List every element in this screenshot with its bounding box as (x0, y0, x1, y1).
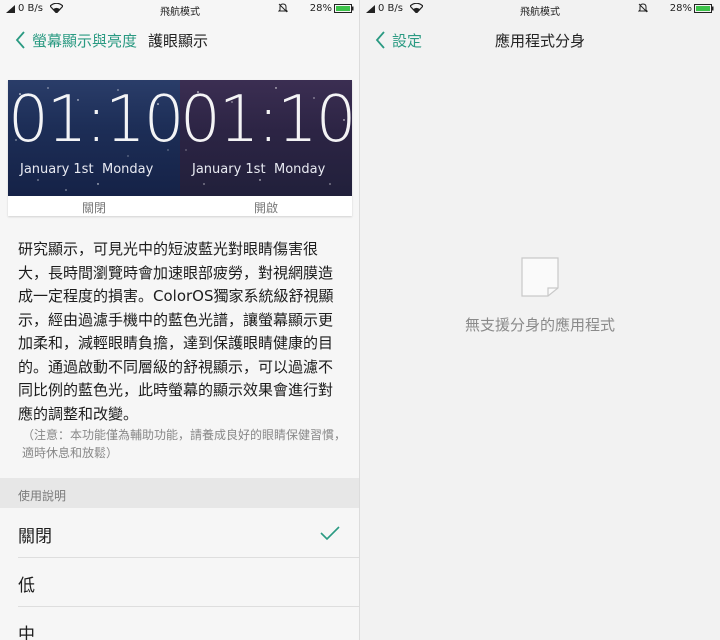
option-low[interactable]: 低 (0, 558, 360, 607)
battery-icon (694, 4, 714, 13)
back-chevron-icon[interactable] (15, 31, 26, 49)
option-medium[interactable]: 中 (0, 607, 360, 640)
section-header-label: 使用說明 (18, 489, 67, 503)
mute-icon (278, 3, 288, 13)
empty-state-message: 無支援分身的應用程式 (464, 316, 615, 334)
airplane-mode-label: 飛航模式 (520, 7, 560, 18)
empty-document-icon (521, 257, 559, 297)
navigation-bar: 螢幕顯示與亮度 護眼顯示 (0, 18, 360, 62)
page-title: 護眼顯示 (148, 32, 209, 50)
eye-care-screen: 0 B/s 飛航模式 28% 螢幕顯示與亮度 護眼顯示 01:10 Januar… (0, 0, 360, 640)
option-label: 關閉 (18, 527, 52, 547)
preview-day: Monday (102, 162, 154, 177)
eye-care-preview: 01:10 January 1st Monday 01:10 January 1… (8, 80, 352, 216)
option-off[interactable]: 關閉 (0, 509, 360, 558)
preview-on: 01:10 January 1st Monday (180, 80, 352, 196)
preview-clock: 01:10 (180, 83, 352, 157)
preview-on-label: 開啟 (253, 201, 278, 215)
preview-date: January 1st (192, 162, 266, 177)
preview-off-label: 關閉 (81, 201, 106, 215)
mute-icon (638, 3, 648, 13)
back-button[interactable]: 螢幕顯示與亮度 (32, 30, 137, 51)
airplane-mode-label: 飛航模式 (160, 7, 200, 18)
option-label: 低 (18, 576, 35, 596)
preview-off: 01:10 January 1st Monday (8, 80, 180, 196)
screenshot-pair: 0 B/s 飛航模式 28% 螢幕顯示與亮度 護眼顯示 01:10 Januar… (0, 0, 720, 640)
check-icon (320, 526, 340, 541)
battery-percent: 28% (669, 3, 692, 14)
status-bar: 0 B/s 飛航模式 28% (0, 0, 360, 18)
status-bar: 0 B/s 飛航模式 28% (360, 0, 720, 18)
preview-clock: 01:10 (8, 83, 180, 157)
description-text: 研究顯示，可見光中的短波藍光對眼睛傷害很大，長時間瀏覽時會加速眼部疲勞，對視網膜… (18, 240, 334, 423)
page-title: 應用程式分身 (494, 32, 585, 50)
app-clone-screen: 0 B/s 飛航模式 28% 設定 應用程式分身 無支援分身的應用程式 (360, 0, 720, 640)
navigation-bar: 設定 應用程式分身 (360, 18, 720, 62)
battery-percent: 28% (309, 3, 332, 14)
note-text: （注意：本功能僅為輔助功能，請養成良好的眼睛保健習慣，適時休息和放鬆） (22, 428, 347, 460)
preview-date: January 1st (20, 162, 94, 177)
option-label: 中 (18, 625, 35, 640)
section-header: 使用說明 (0, 478, 360, 508)
battery-icon (334, 4, 354, 13)
preview-day: Monday (274, 162, 326, 177)
